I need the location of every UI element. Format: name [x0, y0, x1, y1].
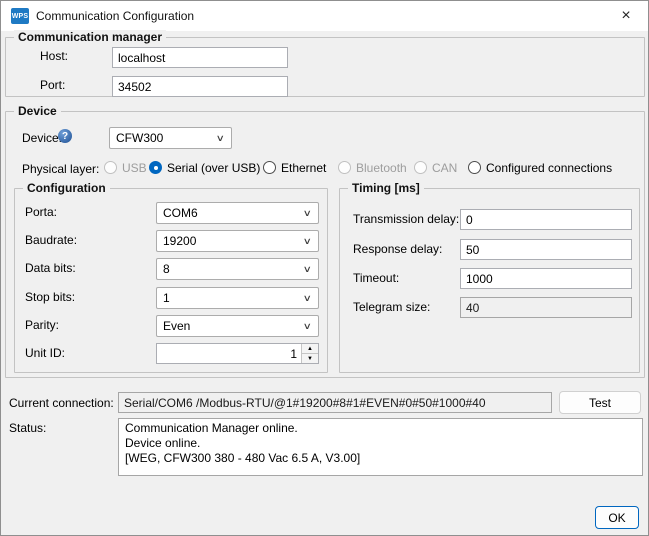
radio-can-label: CAN — [432, 161, 457, 175]
porta-select[interactable]: COM6 ∨ — [156, 202, 319, 224]
configuration-group: Configuration Porta: COM6 ∨ Baudrate: 19… — [14, 188, 328, 373]
unit-id-stepper[interactable]: ▲ ▼ — [156, 343, 319, 364]
radio-usb-icon — [104, 161, 117, 174]
chevron-down-icon: ∨ — [303, 293, 312, 304]
communication-configuration-dialog: WPS Communication Configuration × Commun… — [0, 0, 649, 536]
chevron-down-icon: ∨ — [303, 321, 312, 332]
parity-select[interactable]: Even ∨ — [156, 315, 319, 337]
status-line-2: Device online. — [125, 436, 636, 451]
configuration-group-title: Configuration — [23, 181, 110, 195]
radio-ethernet-label: Ethernet — [281, 161, 326, 175]
status-line-3: [WEG, CFW300 380 - 480 Vac 6.5 A, V3.00] — [125, 451, 636, 466]
porta-label: Porta: — [25, 205, 57, 219]
device-select-value: CFW300 — [116, 131, 163, 145]
data-bits-select[interactable]: 8 ∨ — [156, 258, 319, 280]
stop-bits-select-value: 1 — [163, 291, 170, 305]
radio-bluetooth-icon — [338, 161, 351, 174]
port-input[interactable] — [112, 76, 288, 97]
spinner-down-icon[interactable]: ▼ — [302, 354, 318, 363]
title-bar: WPS Communication Configuration × — [1, 1, 648, 31]
radio-configured-connections-icon[interactable] — [468, 161, 481, 174]
radio-bluetooth: Bluetooth — [338, 160, 407, 175]
host-label: Host: — [40, 49, 68, 63]
timing-group-title: Timing [ms] — [348, 181, 424, 195]
physical-layer-label: Physical layer: — [22, 162, 99, 176]
status-label: Status: — [9, 421, 46, 435]
device-select[interactable]: CFW300 ∨ — [109, 127, 232, 149]
device-group-title: Device — [14, 104, 61, 118]
radio-usb: USB — [104, 160, 147, 175]
radio-serial-over-usb[interactable]: Serial (over USB) — [149, 160, 260, 175]
chevron-down-icon: ∨ — [303, 208, 312, 219]
radio-serial-icon[interactable] — [149, 161, 162, 174]
chevron-down-icon: ∨ — [303, 236, 312, 247]
timeout-input[interactable] — [460, 268, 632, 289]
transmission-delay-input[interactable] — [460, 209, 632, 230]
radio-configured-connections-label: Configured connections — [486, 161, 612, 175]
porta-select-value: COM6 — [163, 206, 198, 220]
host-input[interactable] — [112, 47, 288, 68]
baudrate-select[interactable]: 19200 ∨ — [156, 230, 319, 252]
test-button[interactable]: Test — [559, 391, 641, 414]
unit-id-input[interactable] — [157, 344, 301, 363]
device-label: Device: — [22, 131, 62, 145]
chevron-down-icon: ∨ — [216, 133, 225, 144]
unit-id-spin-buttons[interactable]: ▲ ▼ — [301, 344, 318, 363]
parity-select-value: Even — [163, 319, 190, 333]
communication-manager-group-title: Communication manager — [14, 30, 166, 44]
window-title: Communication Configuration — [36, 9, 194, 23]
current-connection-label: Current connection: — [9, 396, 114, 410]
radio-usb-label: USB — [122, 161, 147, 175]
transmission-delay-label: Transmission delay: — [353, 212, 459, 226]
data-bits-select-value: 8 — [163, 262, 170, 276]
baudrate-label: Baudrate: — [25, 233, 77, 247]
stop-bits-select[interactable]: 1 ∨ — [156, 287, 319, 309]
radio-ethernet[interactable]: Ethernet — [263, 160, 326, 175]
status-box: Communication Manager online. Device onl… — [118, 418, 643, 476]
port-label: Port: — [40, 78, 65, 92]
data-bits-label: Data bits: — [25, 261, 76, 275]
communication-manager-group: Communication manager Host: Port: — [5, 37, 645, 97]
spinner-up-icon[interactable]: ▲ — [302, 344, 318, 354]
telegram-size-input — [460, 297, 632, 318]
chevron-down-icon: ∨ — [303, 264, 312, 275]
timing-group: Timing [ms] Transmission delay: Response… — [339, 188, 640, 373]
help-icon[interactable]: ? — [58, 129, 72, 143]
response-delay-label: Response delay: — [353, 242, 442, 256]
radio-bluetooth-label: Bluetooth — [356, 161, 407, 175]
parity-label: Parity: — [25, 318, 59, 332]
close-icon[interactable]: × — [610, 1, 642, 31]
radio-serial-label: Serial (over USB) — [167, 161, 260, 175]
radio-can-icon — [414, 161, 427, 174]
baudrate-select-value: 19200 — [163, 234, 196, 248]
telegram-size-label: Telegram size: — [353, 300, 430, 314]
timeout-label: Timeout: — [353, 271, 399, 285]
ok-button[interactable]: OK — [595, 506, 639, 529]
stop-bits-label: Stop bits: — [25, 290, 75, 304]
radio-configured-connections[interactable]: Configured connections — [468, 160, 612, 175]
unit-id-label: Unit ID: — [25, 346, 65, 360]
radio-can: CAN — [414, 160, 457, 175]
wps-logo-icon: WPS — [11, 8, 29, 24]
status-line-1: Communication Manager online. — [125, 421, 636, 436]
current-connection-value — [118, 392, 552, 413]
radio-ethernet-icon[interactable] — [263, 161, 276, 174]
response-delay-input[interactable] — [460, 239, 632, 260]
device-group: Device Device: ? CFW300 ∨ Physical layer… — [5, 111, 645, 378]
